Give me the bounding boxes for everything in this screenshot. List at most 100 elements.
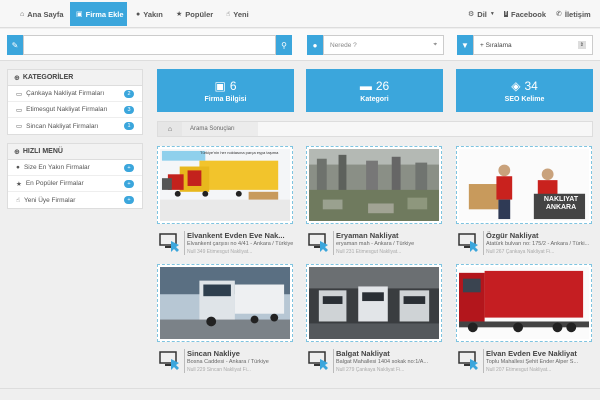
count-badge: 3 [124,106,134,114]
category-item[interactable]: ▭ Çankaya Nakliyat Firmaları 2 [8,86,142,102]
top-navbar: ⌂ Ana Sayfa ▣ Firma Ekle ● Yakın ★ Popüler ☝… [0,0,600,28]
location-input[interactable]: Nerede ? ⌖ [323,35,444,55]
company-title[interactable]: Eryaman Nakliyat [336,231,442,240]
nav-nearby[interactable]: ● Yakın [130,2,169,26]
company-address: Balgat Mahallesi 1404 sokak no:1/A... [336,359,429,365]
company-title[interactable]: Elvankent Evden Eve Nak... [187,231,293,240]
stat-category[interactable]: ▬ 26 Kategori [306,69,443,112]
company-title[interactable]: Özgür Nakliyat [486,231,592,240]
category-item[interactable]: ▭ Etimesgut Nakliyat Firmaları 3 [8,102,142,118]
company-info: Elvan Evden Eve Nakliyat Toplu Mahallesi… [456,349,592,381]
pencil-icon: ✎ [7,35,23,55]
company-title[interactable]: Balgat Nakliyat [336,349,442,358]
company-title[interactable]: Sincan Nakliye [187,349,293,358]
company-info: Elvankent Evden Eve Nak... Elvankent çar… [157,231,293,263]
breadcrumb-home[interactable]: ⌂ [158,122,182,136]
company-address: eryaman mah - Ankara / Türkiye [336,241,415,247]
tags-icon: ◈ [511,78,521,93]
quick-menu-item-nearby[interactable]: ● Size En Yakın Firmalar + [8,160,142,176]
company-image[interactable]: NAKLIYAT ANKARA [456,146,592,224]
company-meta: Null 229 Sincan Nakliyat Fi... [187,367,251,373]
company-image[interactable] [456,264,592,342]
company-card[interactable]: Sincan Nakliye Bosna Caddesi - Ankara / … [157,264,293,381]
company-info: Balgat Nakliyat Balgat Mahallesi 1404 so… [306,349,442,381]
category-item[interactable]: ▭ Sincan Nakliyat Firmaları 1 [8,118,142,134]
quick-menu-item-new[interactable]: ☝ Yeni Üye Firmalar + [8,192,142,208]
company-image[interactable] [157,264,293,342]
star-icon: ★ [176,11,183,18]
caret-down-icon: ▼ [489,11,495,17]
company-image[interactable] [306,146,442,224]
nav-home[interactable]: ⌂ Ana Sayfa [14,2,70,26]
gear-icon: ⚙ [468,11,475,18]
count-badge: 1 [124,122,134,130]
computer-click-icon [308,351,328,370]
company-address: Bosna Caddesi - Ankara / Türkiye [187,359,269,365]
nav-popular[interactable]: ★ Popüler [170,2,219,26]
company-meta: Null 267 Çankaya Nakliyat Fi... [486,249,555,255]
folder-icon: ▭ [16,123,23,130]
home-icon: ⌂ [20,10,25,18]
star-icon: ★ [16,180,22,188]
map-marker-icon: ● [136,10,141,18]
company-card[interactable]: Elvan Evden Eve Nakliyat Toplu Mahallesi… [456,264,592,381]
breadcrumb: ⌂ Arama Sonuçları [157,121,593,137]
nav-language[interactable]: ⚙ Dil ▼ [462,2,501,26]
stat-seo-keyword[interactable]: ◈ 34 SEO Kelime [456,69,593,112]
breadcrumb-current: Arama Sonuçları [182,122,258,136]
quick-menu-item-popular[interactable]: ★ En Popüler Firmalar + [8,176,142,192]
computer-click-icon [159,351,179,370]
select-arrows-icon: ⇕ [577,41,586,49]
company-address: Toplu Mahallesi Şehit Ender Alper S... [486,359,579,365]
company-info: Özgür Nakliyat Atatürk bulvarı no: 175/2… [456,231,592,263]
home-icon: ⌂ [167,125,173,133]
nav-facebook[interactable]: f Facebook [498,2,552,26]
image-banner-text: Türkiye'nin her noktasına parça eşya taş… [200,150,279,155]
briefcase-icon: ▣ [214,78,226,93]
quick-menu-header: ⊕ HIZLI MENÜ [8,144,142,160]
arrow-circle-icon: ⊕ [14,74,20,82]
categories-header: ⊕ KATEGORİLER [8,70,142,86]
folder-icon: ▭ [16,106,23,114]
map-marker-icon: ● [307,35,323,55]
plus-badge: + [124,196,134,204]
search-button[interactable]: ⚲ [276,35,292,55]
filter-icon: ▼ [457,35,473,55]
search-icon: ⚲ [281,40,287,50]
computer-click-icon [308,233,328,252]
company-meta: Null 279 Çankaya Nakliyat Fi... [336,367,405,373]
folder-icon: ▬ [359,78,372,93]
plus-badge: + [124,180,134,188]
company-title[interactable]: Elvan Evden Eve Nakliyat [486,349,592,358]
thumbs-up-icon: ☝ [16,197,20,204]
company-address: Elvankent çarşısı no 4/41 - Ankara / Tür… [187,241,293,247]
nav-contact[interactable]: ✆ İletişim [550,2,597,26]
map-marker-icon: ● [16,164,20,171]
crosshair-icon[interactable]: ⌖ [433,41,437,49]
company-card[interactable]: Türkiye'nin her noktasına parça eşya taş… [157,146,293,263]
quick-menu-panel: ⊕ HIZLI MENÜ ● Size En Yakın Firmalar + ★ En… [7,143,143,209]
computer-click-icon [159,233,179,252]
briefcase-icon: ▣ [76,11,83,18]
arrow-circle-icon: ⊕ [14,148,20,156]
company-card[interactable]: Eryaman Nakliyat eryaman mah - Ankara / … [306,146,442,263]
company-image[interactable] [306,264,442,342]
categories-panel: ⊕ KATEGORİLER ▭ Çankaya Nakliyat Firmaları… [7,69,143,135]
sort-select[interactable]: + Sıralama ⇕ [473,35,593,55]
company-meta: Null 207 Etimesgut Nakliyat... [486,367,552,373]
company-image[interactable]: Türkiye'nin her noktasına parça eşya taş… [157,146,293,224]
search-input[interactable] [23,35,276,55]
nav-new[interactable]: ☝ Yeni [220,2,255,26]
company-card[interactable]: NAKLIYAT ANKARA Özgür Nakliyat Atatürk b… [456,146,592,263]
company-card[interactable]: Balgat Nakliyat Balgat Mahallesi 1404 so… [306,264,442,381]
company-info: Sincan Nakliye Bosna Caddesi - Ankara / … [157,349,293,381]
company-meta: Null 349 Etimesgut Nakliyat... [187,249,253,255]
phone-icon: ✆ [556,11,562,18]
nav-add-company[interactable]: ▣ Firma Ekle [70,2,127,26]
stat-company-info[interactable]: ▣ 6 Firma Bilgisi [157,69,294,112]
footer-divider [0,388,600,389]
company-info: Eryaman Nakliyat eryaman mah - Ankara / … [306,231,442,263]
company-address: Atatürk bulvarı no: 175/2 - Ankara / Tür… [486,241,590,247]
computer-click-icon [458,233,478,252]
search-bar: ✎ ⚲ ● Nerede ? ⌖ ▼ + Sıralama ⇕ [0,29,600,61]
